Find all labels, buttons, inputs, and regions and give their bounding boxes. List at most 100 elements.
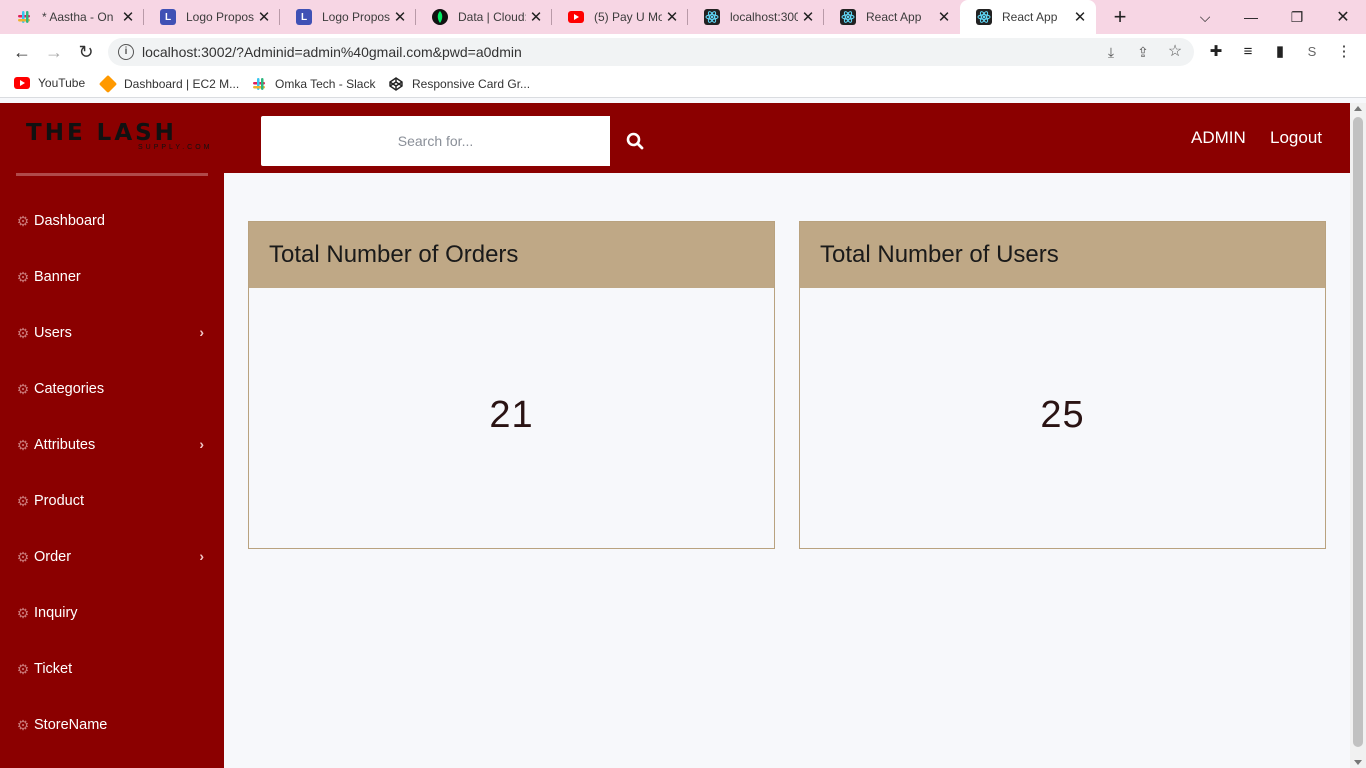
react-icon xyxy=(976,9,992,25)
sidebar-item-users[interactable]: ⚙ Users › xyxy=(16,322,208,344)
reload-icon[interactable]: ↻ xyxy=(74,40,98,64)
chevron-right-icon: › xyxy=(199,324,204,340)
tab-title: React App xyxy=(1002,10,1058,24)
browser-tab[interactable]: localhost:300 ✕ xyxy=(688,0,824,34)
side-panel-icon[interactable]: ▮ xyxy=(1270,42,1290,62)
minimize-icon[interactable]: — xyxy=(1228,0,1274,34)
restore-icon[interactable]: ❐ xyxy=(1274,0,1320,34)
sidebar-item-label: Categories xyxy=(34,381,105,397)
react-icon xyxy=(840,9,856,25)
sidebar-item-categories[interactable]: ⚙ Categories xyxy=(16,378,208,400)
sidebar-item-banner[interactable]: ⚙ Banner xyxy=(16,266,208,288)
l-logo-icon: L xyxy=(160,9,176,25)
back-arrow-icon[interactable]: ← xyxy=(10,40,34,64)
scroll-up-arrow-icon[interactable] xyxy=(1354,106,1362,111)
react-icon xyxy=(704,9,720,25)
logo-text: THE LASH xyxy=(26,120,177,146)
close-icon[interactable]: ✕ xyxy=(390,8,410,26)
site-info-icon[interactable]: i xyxy=(118,44,134,60)
scroll-down-arrow-icon[interactable] xyxy=(1354,760,1362,765)
users-count-value: 25 xyxy=(1040,394,1085,436)
close-icon[interactable]: ✕ xyxy=(526,8,546,26)
sidebar-item-label: Inquiry xyxy=(34,605,78,621)
gear-icon: ⚙ xyxy=(16,661,30,677)
sidebar-item-attributes[interactable]: ⚙ Attributes › xyxy=(16,434,208,456)
browser-tab[interactable]: (5) Pay U Mo ✕ xyxy=(552,0,688,34)
tab-title: Logo Proposa xyxy=(186,10,254,24)
url-bar[interactable]: i localhost:3002/?Adminid=admin%40gmail.… xyxy=(108,38,1194,66)
bookmark-label: YouTube xyxy=(38,76,86,90)
bookmark-label: Responsive Card Gr... xyxy=(412,77,531,91)
sidebar-item-ticket[interactable]: ⚙ Ticket xyxy=(16,658,208,680)
browser-tab-strip: * Aastha - On ✕ L Logo Proposa ✕ L Logo … xyxy=(0,0,1366,34)
menu-kebab-icon[interactable]: ⋮ xyxy=(1334,42,1354,62)
forward-arrow-icon[interactable]: → xyxy=(42,40,66,64)
gear-icon: ⚙ xyxy=(16,381,30,397)
bookmark-youtube[interactable]: YouTube xyxy=(14,76,85,90)
card-title: Total Number of Orders xyxy=(249,222,774,288)
extensions-puzzle-icon[interactable]: ✚ xyxy=(1206,42,1226,62)
tab-search-chevron-icon[interactable]: ⌵ xyxy=(1182,0,1228,34)
window-close-icon[interactable]: ✕ xyxy=(1320,0,1366,34)
browser-tab[interactable]: React App ✕ xyxy=(824,0,960,34)
tab-title: Data | Cloud: xyxy=(458,10,526,24)
sidebar-item-label: StoreName xyxy=(34,717,108,733)
scrollbar-thumb[interactable] xyxy=(1353,117,1363,747)
close-icon[interactable]: ✕ xyxy=(118,8,138,26)
brand-logo[interactable]: THE LASH SUPPLY.COM xyxy=(26,120,209,160)
mongodb-leaf-icon xyxy=(432,9,448,25)
bookmarks-bar: YouTube Dashboard | EC2 M... Omka Tech -… xyxy=(0,70,1366,98)
sidebar-item-order[interactable]: ⚙ Order › xyxy=(16,546,208,568)
url-text[interactable]: localhost:3002/?Adminid=admin%40gmail.co… xyxy=(142,44,522,60)
logout-link[interactable]: Logout xyxy=(1270,128,1322,148)
app-root: THE LASH SUPPLY.COM ⚙ Dashboard ⚙ Banner… xyxy=(0,103,1350,768)
sidebar-item-product[interactable]: ⚙ Product xyxy=(16,490,208,512)
slack-icon xyxy=(251,76,267,92)
search-input[interactable] xyxy=(261,116,610,166)
sidebar: THE LASH SUPPLY.COM ⚙ Dashboard ⚙ Banner… xyxy=(0,103,224,768)
close-icon[interactable]: ✕ xyxy=(662,8,682,26)
bookmark-aws[interactable]: Dashboard | EC2 M... xyxy=(98,74,240,94)
install-app-icon[interactable]: ⤓ xyxy=(1102,43,1120,61)
browser-tab[interactable]: * Aastha - On ✕ xyxy=(0,0,144,34)
gear-icon: ⚙ xyxy=(16,269,30,285)
bookmark-slack[interactable]: Omka Tech - Slack xyxy=(251,76,375,92)
sidebar-item-dashboard[interactable]: ⚙ Dashboard xyxy=(16,210,208,232)
youtube-icon xyxy=(14,77,30,89)
close-icon[interactable]: ✕ xyxy=(934,8,954,26)
media-controls-icon[interactable]: ≡ xyxy=(1238,42,1258,62)
users-count-card: Total Number of Users 25 xyxy=(799,221,1326,549)
bookmark-codepen[interactable]: Responsive Card Gr... xyxy=(388,76,530,92)
sidebar-item-label: Users xyxy=(34,325,72,341)
slack-icon xyxy=(16,9,32,25)
card-title: Total Number of Users xyxy=(800,222,1325,288)
sidebar-item-inquiry[interactable]: ⚙ Inquiry xyxy=(16,602,208,624)
close-icon[interactable]: ✕ xyxy=(254,8,274,26)
search-button[interactable] xyxy=(610,116,660,166)
close-icon[interactable]: ✕ xyxy=(1070,8,1090,26)
bookmark-star-icon[interactable]: ☆ xyxy=(1166,43,1184,61)
search-icon xyxy=(626,132,644,150)
sidebar-item-storename[interactable]: ⚙ StoreName xyxy=(16,714,208,736)
address-bar-row: ← → ↻ i localhost:3002/?Adminid=admin%40… xyxy=(0,34,1366,70)
browser-tab[interactable]: Data | Cloud: ✕ xyxy=(416,0,552,34)
close-icon[interactable]: ✕ xyxy=(798,8,818,26)
admin-link[interactable]: ADMIN xyxy=(1191,128,1246,148)
profile-icon[interactable]: S xyxy=(1302,42,1322,62)
bookmark-label: Dashboard | EC2 M... xyxy=(124,77,240,91)
aws-icon xyxy=(98,74,118,94)
sidebar-item-label: Banner xyxy=(34,269,81,285)
browser-tab[interactable]: L Logo Proposa ✕ xyxy=(280,0,416,34)
page-scrollbar[interactable] xyxy=(1350,103,1366,768)
orders-count-card: Total Number of Orders 21 xyxy=(248,221,775,549)
search-box xyxy=(261,116,610,166)
sidebar-item-label: Attributes xyxy=(34,437,96,453)
sidebar-divider xyxy=(16,173,208,176)
youtube-icon xyxy=(568,11,584,23)
browser-tab[interactable]: L Logo Proposa ✕ xyxy=(144,0,280,34)
new-tab-icon[interactable]: + xyxy=(1108,4,1132,30)
gear-icon: ⚙ xyxy=(16,605,30,621)
share-icon[interactable]: ⇪ xyxy=(1134,43,1152,61)
codepen-icon xyxy=(388,76,404,92)
browser-tab-active[interactable]: React App ✕ xyxy=(960,0,1096,34)
